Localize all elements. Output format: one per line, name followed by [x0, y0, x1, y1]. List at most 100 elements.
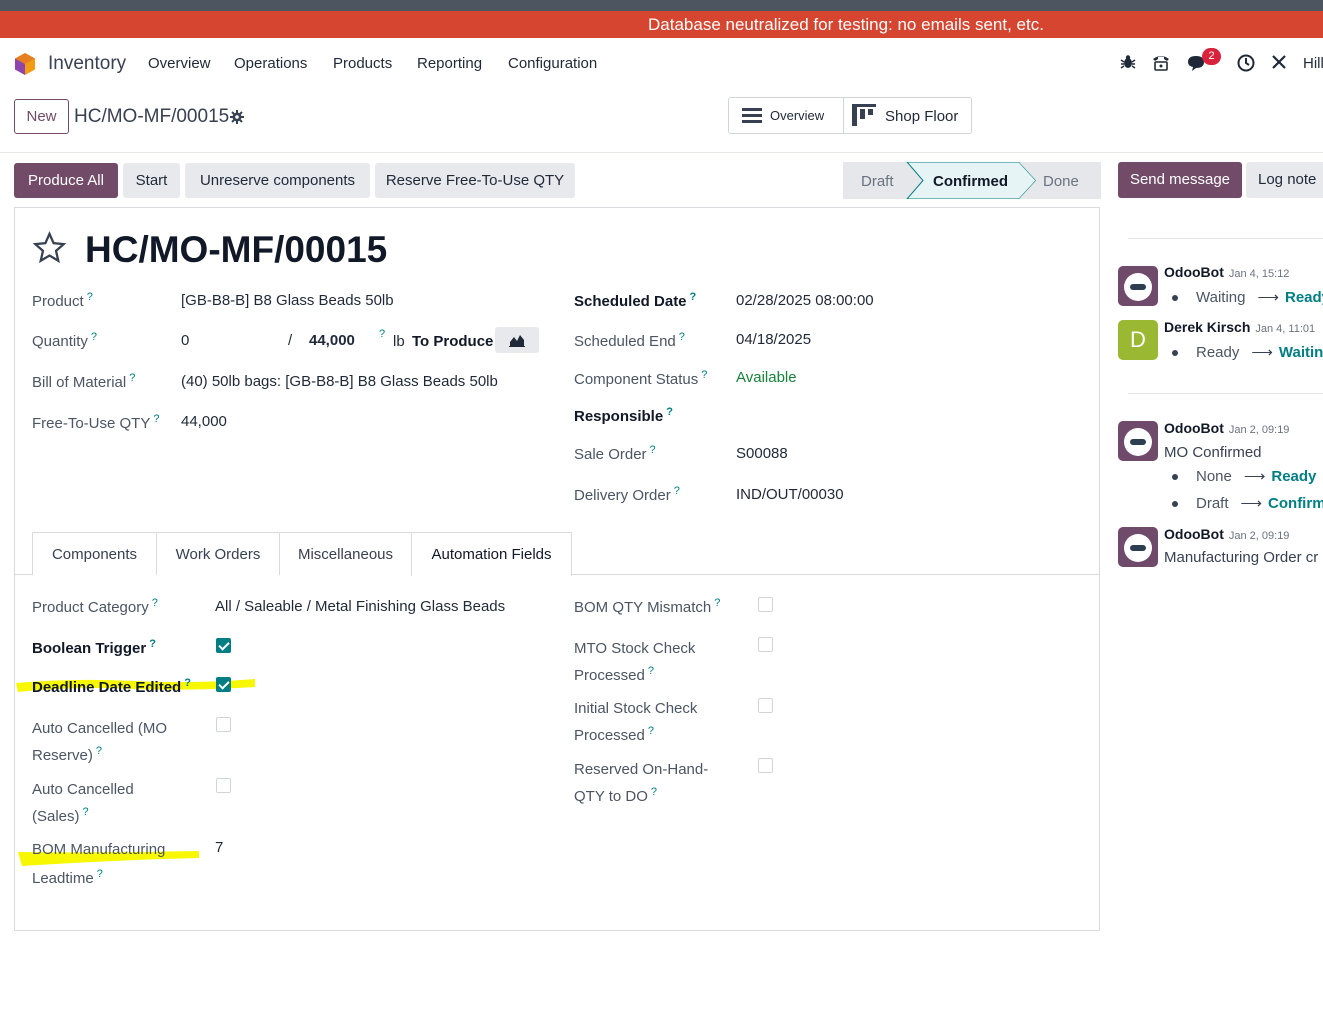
quantity-target[interactable]: 44,000 [309, 332, 355, 349]
chatter-author[interactable]: OdooBot Jan 2, 09:19 [1164, 420, 1289, 436]
new-button[interactable]: New [14, 99, 69, 134]
chatter-author[interactable]: OdooBot Jan 2, 09:19 [1164, 526, 1289, 542]
auto-cancelled-sales-checkbox[interactable] [216, 778, 231, 793]
tab-work-orders[interactable]: Work Orders [156, 532, 280, 575]
star-icon[interactable] [32, 231, 67, 265]
delivery-order-value[interactable]: IND/OUT/00030 [736, 486, 844, 503]
deadline-edited-checkbox[interactable] [216, 677, 231, 692]
chatter-divider-top [1128, 238, 1323, 239]
tracking-change: Ready⟶Waiting [1172, 343, 1323, 361]
reserve-free-button[interactable]: Reserve Free-To-Use QTY [375, 163, 575, 198]
bom-qty-mismatch-label: BOM QTY Mismatch? [574, 597, 721, 616]
tracking-change: Draft⟶Confirme [1172, 494, 1323, 512]
component-status-value: Available [736, 369, 797, 386]
auto-cancelled-sales-label: Auto Cancelled (Sales)? [32, 781, 134, 825]
boolean-trigger-checkbox[interactable] [216, 638, 231, 653]
sale-order-value[interactable]: S00088 [736, 445, 788, 462]
menu-products[interactable]: Products [333, 55, 392, 72]
free-qty-value: 44,000 [181, 413, 227, 430]
initial-stock-check-label: Initial Stock Check Processed? [574, 700, 698, 744]
quantity-separator: / [288, 332, 293, 349]
quantity-label: Quantity? [32, 331, 97, 350]
product-category-label: Product Category? [32, 597, 158, 616]
mto-stock-check-label: MTO Stock Check Processed? [574, 640, 696, 684]
shop-floor-icon [852, 104, 876, 126]
main-navbar: Inventory Overview Operations Products R… [0, 38, 1323, 88]
chatter-author[interactable]: Derek Kirsch Jan 4, 11:01 [1164, 319, 1315, 335]
tab-components[interactable]: Components [32, 532, 157, 575]
tab-miscellaneous[interactable]: Miscellaneous [279, 532, 412, 575]
banner-text: Database neutralized for testing: no ema… [648, 15, 1044, 34]
breadcrumb-record: HC/MO-MF/00015 [74, 106, 230, 127]
deadline-edited-label: Deadline Date Edited? [32, 677, 191, 696]
reserved-on-hand-checkbox[interactable] [758, 758, 773, 773]
app-name[interactable]: Inventory [48, 53, 126, 75]
chat-badge: 2 [1202, 48, 1221, 65]
clock-icon[interactable] [1237, 54, 1255, 72]
user-menu[interactable]: Hill [1303, 55, 1323, 72]
bug-icon[interactable] [1120, 54, 1136, 70]
auto-cancelled-mo-label: Auto Cancelled (MO Reserve)? [32, 720, 168, 764]
chatter-message-body: MO Confirmed [1164, 444, 1262, 461]
bom-leadtime-value[interactable]: 7 [215, 839, 223, 856]
status-draft[interactable]: Draft [861, 173, 894, 190]
delivery-order-label: Delivery Order? [574, 485, 680, 504]
quantity-uom: lb [393, 333, 405, 350]
scheduled-date-value[interactable]: 02/28/2025 08:00:00 [736, 292, 874, 309]
free-qty-label: Free-To-Use QTY? [32, 413, 160, 432]
log-note-button[interactable]: Log note [1246, 162, 1323, 198]
quantity-produced[interactable]: 0 [181, 332, 189, 349]
chatter-author[interactable]: OdooBot Jan 4, 15:12 [1164, 264, 1289, 280]
scheduled-end-value: 04/18/2025 [736, 331, 812, 348]
chatter-divider-mid [1128, 393, 1323, 394]
gear-icon[interactable] [230, 110, 244, 124]
sale-order-label: Sale Order? [574, 444, 656, 463]
auto-cancelled-mo-checkbox[interactable] [216, 717, 231, 732]
start-button[interactable]: Start [123, 163, 180, 198]
scheduled-date-label: Scheduled Date? [574, 291, 697, 310]
to-produce-label: To Produce [412, 333, 494, 350]
menu-operations[interactable]: Operations [234, 55, 307, 72]
view-switcher-divider [843, 97, 844, 134]
tab-automation-fields[interactable]: Automation Fields [411, 532, 572, 576]
component-status-label: Component Status? [574, 369, 708, 388]
product-category-value[interactable]: All / Saleable / Metal Finishing Glass B… [215, 598, 505, 615]
app-logo-icon[interactable] [14, 52, 36, 76]
bom-leadtime-label: BOM Manufacturing Leadtime? [32, 841, 166, 887]
overview-view-button[interactable]: Overview [770, 108, 824, 123]
avatar-odoobot [1118, 266, 1158, 306]
bom-value[interactable]: (40) 50lb bags: [GB-B8-B] B8 Glass Beads… [181, 373, 498, 390]
avatar-derek: D [1118, 320, 1158, 360]
produce-all-button[interactable]: Produce All [14, 163, 118, 198]
phone-icon[interactable] [1151, 53, 1171, 71]
area-chart-icon [509, 335, 525, 347]
shop-floor-view-button[interactable]: Shop Floor [885, 108, 958, 125]
avatar-odoobot [1118, 527, 1158, 567]
product-value[interactable]: [GB-B8-B] B8 Glass Beads 50lb [181, 292, 394, 309]
boolean-trigger-label: Boolean Trigger? [32, 638, 156, 657]
initial-stock-check-checkbox[interactable] [758, 698, 773, 713]
tools-icon[interactable] [1271, 54, 1287, 70]
tracking-change: Waiting⟶Ready [1172, 288, 1323, 306]
bom-qty-mismatch-checkbox[interactable] [758, 597, 773, 612]
responsible-label: Responsible? [574, 406, 673, 425]
record-title: HC/MO-MF/00015 [85, 229, 388, 270]
control-panel-divider [0, 152, 1323, 153]
mto-stock-check-checkbox[interactable] [758, 637, 773, 652]
unreserve-button[interactable]: Unreserve components [185, 163, 370, 198]
menu-configuration[interactable]: Configuration [508, 55, 597, 72]
list-icon [742, 108, 762, 123]
menu-reporting[interactable]: Reporting [417, 55, 482, 72]
tracking-change: None⟶Ready( [1172, 467, 1323, 485]
window-top-strip [0, 0, 1323, 11]
avatar-odoobot [1118, 421, 1158, 461]
chatter-message-body: Manufacturing Order cr [1164, 549, 1319, 566]
status-done[interactable]: Done [1043, 173, 1079, 190]
reserved-on-hand-label: Reserved On-Hand- QTY to DO? [574, 761, 709, 805]
neutralized-banner: Database neutralized for testing: no ema… [0, 11, 1323, 38]
menu-overview[interactable]: Overview [148, 55, 211, 72]
status-confirmed[interactable]: Confirmed [933, 173, 1008, 190]
scheduled-end-label: Scheduled End? [574, 331, 685, 350]
forecast-button[interactable] [495, 327, 539, 353]
send-message-button[interactable]: Send message [1118, 162, 1242, 198]
